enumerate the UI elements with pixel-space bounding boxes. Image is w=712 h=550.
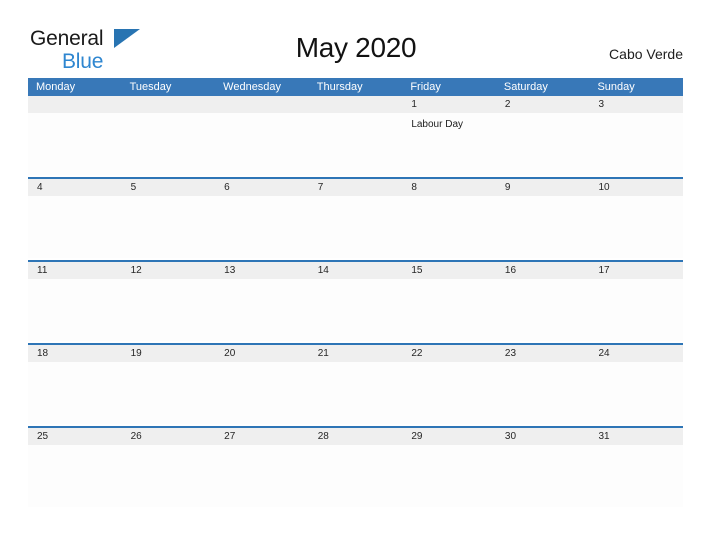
weekday-header-wednesday: Wednesday	[223, 81, 282, 93]
date-cell[interactable]: 7	[309, 179, 403, 196]
weekday-header-monday: Monday	[36, 81, 76, 93]
date-cell[interactable]: 11	[28, 262, 122, 279]
page-title: May 2020	[295, 32, 417, 63]
calendar-grid: Monday Tuesday Wednesday Thursday Friday Satu…	[28, 78, 683, 509]
event-band	[28, 196, 683, 258]
day-event-cell[interactable]	[215, 196, 309, 258]
date-number-band: 25 26 27 28 29 30 31	[28, 428, 683, 445]
date-cell[interactable]: 13	[215, 262, 309, 279]
week-row: 1 2 3 Labour Day	[28, 96, 683, 177]
day-event-cell[interactable]	[122, 279, 216, 341]
date-cell[interactable]: 4	[28, 179, 122, 196]
date-cell[interactable]: 10	[589, 179, 683, 196]
event-band	[28, 445, 683, 507]
weekday-header-sunday: Sunday	[597, 81, 635, 93]
day-event-cell[interactable]	[215, 362, 309, 424]
date-cell[interactable]: 21	[309, 345, 403, 362]
date-cell[interactable]: 24	[589, 345, 683, 362]
date-cell[interactable]: 19	[122, 345, 216, 362]
day-event-cell[interactable]	[589, 113, 683, 175]
day-event-cell[interactable]	[309, 196, 403, 258]
event-band	[28, 362, 683, 424]
page-header: General Blue May 2020 Cabo Verde	[0, 0, 712, 78]
region-label: Cabo Verde	[609, 46, 683, 62]
week-row: 11 12 13 14 15 16 17	[28, 260, 683, 343]
date-cell-empty	[122, 96, 216, 113]
date-cell[interactable]: 26	[122, 428, 216, 445]
day-event-cell[interactable]	[496, 279, 590, 341]
day-event-cell[interactable]: Labour Day	[402, 113, 496, 175]
day-event-cell[interactable]	[28, 445, 122, 507]
date-cell[interactable]: 31	[589, 428, 683, 445]
weekday-header-friday: Friday	[410, 81, 441, 93]
day-event-cell[interactable]	[402, 279, 496, 341]
date-cell[interactable]: 25	[28, 428, 122, 445]
weekday-header-tuesday: Tuesday	[129, 81, 172, 93]
week-row: 4 5 6 7 8 9 10	[28, 177, 683, 260]
date-cell-empty	[215, 96, 309, 113]
day-event-cell[interactable]	[309, 362, 403, 424]
event-band	[28, 279, 683, 341]
date-cell[interactable]: 6	[215, 179, 309, 196]
date-cell[interactable]: 3	[589, 96, 683, 113]
date-cell[interactable]: 5	[122, 179, 216, 196]
day-event-cell[interactable]	[122, 196, 216, 258]
day-event-cell[interactable]	[122, 445, 216, 507]
day-event-cell[interactable]	[589, 362, 683, 424]
date-cell-empty	[28, 96, 122, 113]
date-cell-empty	[309, 96, 403, 113]
date-cell[interactable]: 28	[309, 428, 403, 445]
date-cell[interactable]: 12	[122, 262, 216, 279]
day-event-cell[interactable]	[215, 445, 309, 507]
date-cell[interactable]: 17	[589, 262, 683, 279]
day-event-cell[interactable]	[402, 362, 496, 424]
date-cell[interactable]: 29	[402, 428, 496, 445]
week-row: 25 26 27 28 29 30 31	[28, 426, 683, 509]
date-cell[interactable]: 20	[215, 345, 309, 362]
day-event-cell	[215, 113, 309, 175]
date-cell[interactable]: 18	[28, 345, 122, 362]
day-event-cell[interactable]	[28, 279, 122, 341]
date-cell[interactable]: 14	[309, 262, 403, 279]
event-band: Labour Day	[28, 113, 683, 175]
day-event-cell[interactable]	[402, 196, 496, 258]
date-number-band: 11 12 13 14 15 16 17	[28, 262, 683, 279]
day-event-cell[interactable]	[28, 196, 122, 258]
date-cell[interactable]: 16	[496, 262, 590, 279]
date-cell[interactable]: 30	[496, 428, 590, 445]
day-event-cell[interactable]	[309, 279, 403, 341]
date-number-band: 18 19 20 21 22 23 24	[28, 345, 683, 362]
date-cell[interactable]: 22	[402, 345, 496, 362]
day-event-cell[interactable]	[496, 445, 590, 507]
day-event-cell[interactable]	[589, 196, 683, 258]
day-event-cell[interactable]	[402, 445, 496, 507]
date-cell[interactable]: 2	[496, 96, 590, 113]
date-number-band: 4 5 6 7 8 9 10	[28, 179, 683, 196]
day-event-cell	[28, 113, 122, 175]
day-event-cell	[122, 113, 216, 175]
week-row: 18 19 20 21 22 23 24	[28, 343, 683, 426]
day-event-cell[interactable]	[589, 279, 683, 341]
day-event-cell[interactable]	[309, 445, 403, 507]
date-cell[interactable]: 27	[215, 428, 309, 445]
calendar-body: 1 2 3 Labour Day 4 5 6 7 8 9 10 11 12 13 14 15 16 17 18 19 2…	[28, 96, 683, 509]
weekday-header-row: Monday Tuesday Wednesday Thursday Friday Satu…	[28, 78, 683, 96]
date-cell[interactable]: 15	[402, 262, 496, 279]
date-cell[interactable]: 9	[496, 179, 590, 196]
date-cell[interactable]: 1	[402, 96, 496, 113]
weekday-header-thursday: Thursday	[316, 81, 363, 93]
holiday-event: Labour Day	[411, 119, 464, 130]
day-event-cell[interactable]	[496, 196, 590, 258]
day-event-cell[interactable]	[28, 362, 122, 424]
day-event-cell[interactable]	[496, 113, 590, 175]
day-event-cell[interactable]	[122, 362, 216, 424]
day-event-cell[interactable]	[496, 362, 590, 424]
day-event-cell[interactable]	[215, 279, 309, 341]
weekday-header-saturday: Saturday	[503, 81, 548, 93]
date-number-band: 123	[28, 96, 683, 113]
day-event-cell[interactable]	[589, 445, 683, 507]
day-event-cell	[309, 113, 403, 175]
date-cell[interactable]: 8	[402, 179, 496, 196]
date-cell[interactable]: 23	[496, 345, 590, 362]
